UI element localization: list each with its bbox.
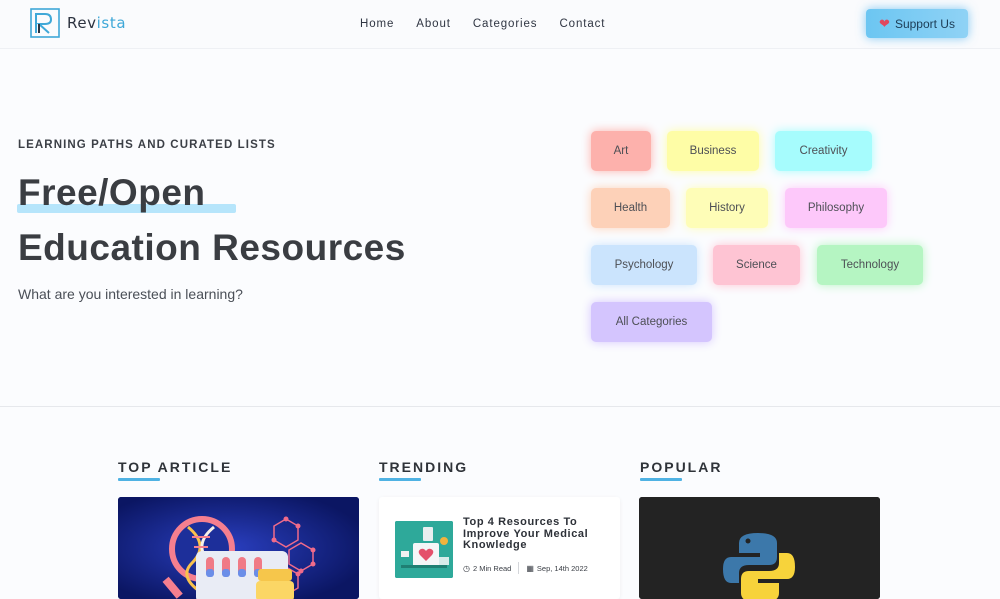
section-title-trending: TRENDING	[379, 459, 469, 475]
support-us-button[interactable]: ❤ Support Us	[866, 9, 968, 38]
category-philosophy[interactable]: Philosophy	[785, 188, 887, 228]
trending-thumbnail	[395, 521, 453, 578]
category-all[interactable]: All Categories	[591, 302, 712, 342]
section-underline	[118, 478, 160, 481]
trending-card[interactable]: Top 4 Resources To Improve Your Medical …	[379, 497, 620, 599]
support-us-label: Support Us	[894, 16, 955, 31]
main-nav: Home About Categories Contact	[349, 0, 616, 48]
category-technology[interactable]: Technology	[817, 245, 923, 285]
category-history[interactable]: History	[686, 188, 768, 228]
category-business[interactable]: Business	[667, 131, 759, 171]
nav-about[interactable]: About	[416, 18, 451, 30]
logo-icon	[30, 8, 60, 38]
hero-subtitle: What are you interested in learning?	[18, 286, 243, 302]
section-underline	[379, 478, 421, 481]
nav-contact[interactable]: Contact	[559, 18, 605, 30]
category-science[interactable]: Science	[713, 245, 800, 285]
clock-icon: ◷	[463, 563, 470, 573]
top-article-image	[118, 497, 359, 599]
hero-title-line1: Free/Open	[18, 172, 206, 213]
site-logo[interactable]: Revista	[30, 8, 126, 38]
popular-card[interactable]	[639, 497, 880, 599]
category-psychology[interactable]: Psychology	[591, 245, 697, 285]
calendar-icon: ▦	[526, 563, 534, 573]
section-underline	[640, 478, 682, 481]
meta-separator	[518, 562, 520, 574]
hero-title-line2: Education Resources	[18, 227, 406, 268]
logo-text: Revista	[67, 14, 127, 32]
site-header: Revista Home About Categories Contact ❤ …	[0, 0, 1000, 49]
category-art[interactable]: Art	[591, 131, 651, 171]
python-logo-icon	[639, 497, 880, 599]
heart-icon: ❤	[879, 15, 890, 31]
category-creativity[interactable]: Creativity	[775, 131, 872, 171]
hero-eyebrow: LEARNING PATHS AND CURATED LISTS	[18, 139, 276, 151]
section-title-top-article: TOP ARTICLE	[118, 459, 233, 475]
category-health[interactable]: Health	[591, 188, 670, 228]
trending-meta: ◷ 2 Min Read ▦ Sep, 14th 2022	[463, 562, 588, 574]
top-article-card[interactable]	[118, 497, 359, 599]
trending-article-title[interactable]: Top 4 Resources To Improve Your Medical …	[463, 516, 613, 552]
read-time: 2 Min Read	[472, 563, 512, 573]
section-title-popular: POPULAR	[640, 459, 723, 475]
section-divider	[0, 406, 1000, 407]
publish-date: Sep, 14th 2022	[536, 563, 588, 573]
nav-categories[interactable]: Categories	[473, 18, 538, 30]
nav-home[interactable]: Home	[360, 18, 394, 30]
